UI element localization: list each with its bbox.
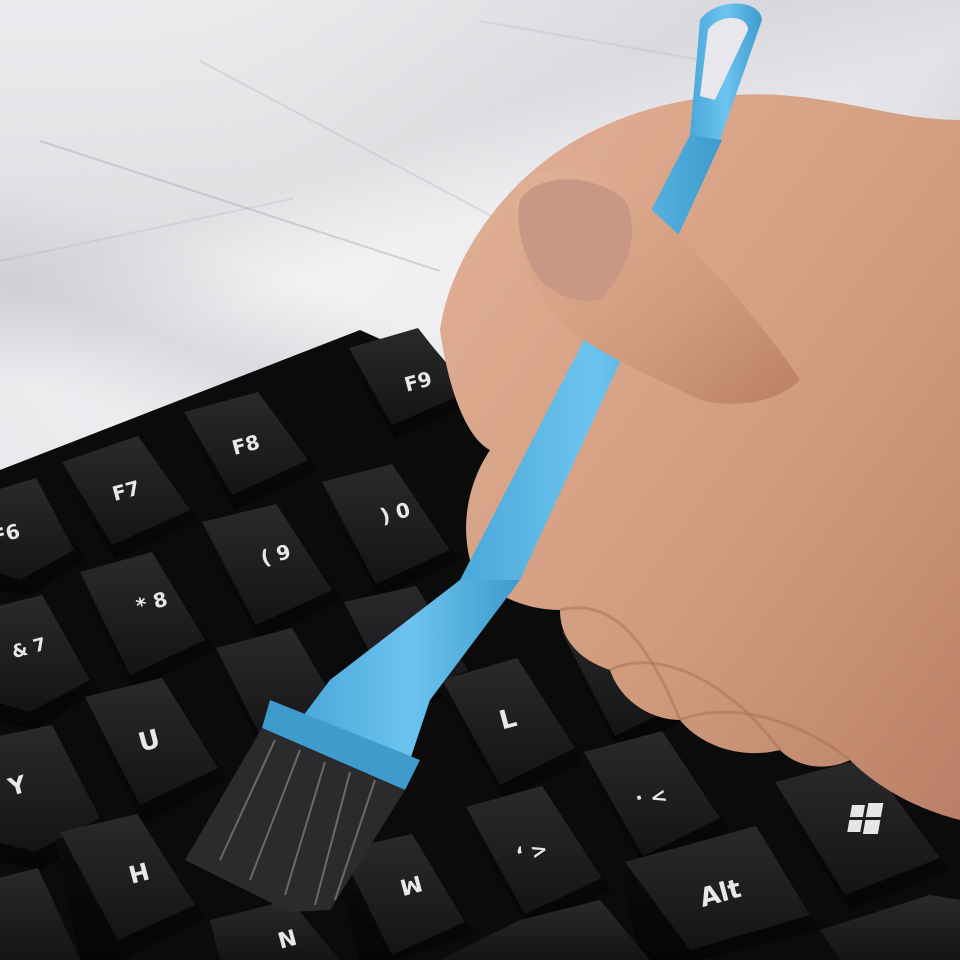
keyboard-photo: F6 F7 F8 F9 & 7 * 8 ( 9 ) 0 Y U H N M L … <box>0 3 960 960</box>
